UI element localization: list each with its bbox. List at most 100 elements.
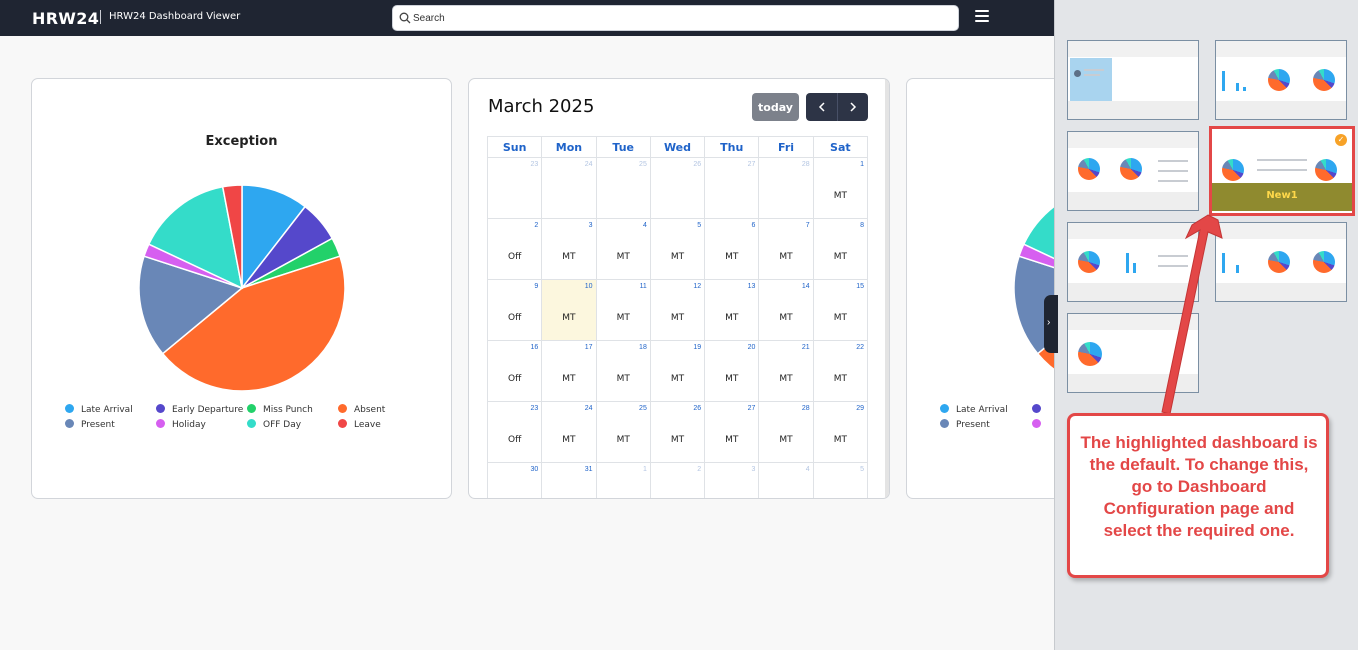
day-event-label[interactable]: MT — [597, 313, 650, 323]
prev-month-button[interactable] — [806, 93, 837, 121]
calendar-day-cell[interactable]: 11 MT — [595, 279, 651, 341]
day-event-label[interactable]: MT — [759, 313, 812, 323]
day-event-label[interactable]: MT — [542, 435, 595, 445]
panel-toggle-tab[interactable]: › — [1044, 295, 1058, 353]
calendar-day-cell[interactable]: 29 MT — [812, 401, 869, 463]
day-event-label[interactable]: MT — [814, 191, 867, 201]
day-event-label[interactable]: MT — [759, 435, 812, 445]
day-event-label[interactable]: Off — [488, 313, 541, 323]
calendar-day-cell[interactable]: 4 MT — [595, 218, 651, 280]
day-number: 15 — [856, 283, 864, 290]
calendar-day-cell[interactable]: 8 MT — [812, 218, 869, 280]
search-input[interactable] — [413, 9, 943, 27]
calendar-day-cell[interactable]: 24 MT — [541, 401, 597, 463]
day-event-label[interactable]: MT — [651, 313, 704, 323]
day-event-label[interactable]: MT — [651, 374, 704, 384]
calendar-day-cell[interactable]: 22 MT — [812, 340, 869, 402]
day-event-label[interactable]: Off — [488, 435, 541, 445]
calendar-day-cell[interactable]: 28 — [758, 157, 814, 219]
day-event-label[interactable]: MT — [814, 252, 867, 262]
day-event-label[interactable]: MT — [759, 374, 812, 384]
today-button[interactable]: today — [752, 93, 799, 121]
day-number: 11 — [639, 283, 647, 290]
calendar-day-cell[interactable]: 28 MT — [758, 401, 814, 463]
calendar-day-cell[interactable]: 25 MT — [595, 401, 651, 463]
calendar-day-cell[interactable]: 9 Off — [486, 279, 543, 341]
calendar-day-cell[interactable]: 10 MT — [541, 279, 597, 341]
hamburger-menu-icon[interactable] — [975, 10, 989, 22]
calendar-day-cell[interactable]: 15 MT — [812, 279, 869, 341]
calendar-day-cell[interactable]: 25 — [595, 157, 651, 219]
legend-swatch — [247, 404, 256, 413]
calendar-day-cell[interactable]: 7 MT — [758, 218, 814, 280]
day-event-label[interactable]: Off — [488, 374, 541, 384]
calendar-day-cell[interactable]: 1 MT — [812, 157, 869, 219]
dashboard-thumbnail[interactable] — [1215, 40, 1347, 120]
legend-item[interactable]: Present — [65, 419, 115, 430]
calendar-day-cell[interactable]: 12 MT — [649, 279, 706, 341]
calendar-day-cell[interactable]: 2 — [649, 462, 706, 498]
calendar-day-cell[interactable]: 20 MT — [704, 340, 760, 402]
calendar-day-cell[interactable]: 17 MT — [541, 340, 597, 402]
calendar-day-cell[interactable]: 26 MT — [649, 401, 706, 463]
day-event-label[interactable]: MT — [651, 252, 704, 262]
day-event-label[interactable]: MT — [705, 313, 758, 323]
calendar-day-cell[interactable]: 3 MT — [541, 218, 597, 280]
legend-item[interactable]: Late Arrival — [65, 404, 133, 415]
calendar-day-cell[interactable]: 27 MT — [704, 401, 760, 463]
day-event-label[interactable]: MT — [542, 252, 595, 262]
day-event-label[interactable]: MT — [542, 374, 595, 384]
calendar-day-cell[interactable]: 26 — [649, 157, 706, 219]
day-event-label[interactable]: MT — [597, 252, 650, 262]
legend-item[interactable]: OFF Day — [247, 419, 301, 430]
day-event-label[interactable]: MT — [814, 313, 867, 323]
day-number: 28 — [801, 405, 810, 412]
day-event-label[interactable]: MT — [597, 374, 650, 384]
day-number: 4 — [805, 466, 810, 473]
next-month-button[interactable] — [837, 93, 868, 121]
legend-label: Holiday — [172, 420, 206, 430]
day-event-label[interactable]: MT — [651, 435, 704, 445]
calendar-day-cell[interactable]: 31 — [541, 462, 597, 498]
calendar-day-cell[interactable]: 3 — [704, 462, 760, 498]
day-event-label[interactable]: MT — [814, 374, 867, 384]
brand-logo[interactable]: HRW24 — [32, 9, 99, 28]
calendar-day-cell[interactable]: 5 MT — [649, 218, 706, 280]
calendar-day-cell[interactable]: 19 MT — [649, 340, 706, 402]
day-number: 29 — [856, 405, 864, 412]
day-event-label[interactable]: Off — [488, 252, 541, 262]
calendar-day-cell[interactable]: 14 MT — [758, 279, 814, 341]
calendar-day-cell[interactable]: 1 — [595, 462, 651, 498]
legend-item[interactable]: Early Departure — [156, 404, 243, 415]
day-event-label[interactable]: MT — [597, 435, 650, 445]
legend-item[interactable]: Miss Punch — [247, 404, 313, 415]
day-event-label[interactable]: MT — [705, 252, 758, 262]
search-box[interactable] — [392, 5, 959, 31]
calendar-day-cell[interactable]: 30 — [486, 462, 543, 498]
calendar-day-cell[interactable]: 4 — [758, 462, 814, 498]
calendar-day-cell[interactable]: 23 Off — [486, 401, 543, 463]
day-event-label[interactable]: MT — [814, 435, 867, 445]
calendar-day-cell[interactable]: 27 — [704, 157, 760, 219]
legend-item[interactable]: Holiday — [156, 419, 206, 430]
day-number: 26 — [693, 405, 702, 412]
calendar-day-cell[interactable]: 21 MT — [758, 340, 814, 402]
calendar-day-cell[interactable]: 23 — [486, 157, 543, 219]
legend-item[interactable]: Absent — [338, 404, 385, 415]
calendar-scrollbar[interactable] — [885, 79, 889, 498]
dashboard-thumbnail[interactable] — [1067, 131, 1199, 211]
legend-item[interactable]: Leave — [338, 419, 381, 430]
calendar-day-cell[interactable]: 6 MT — [704, 218, 760, 280]
calendar-day-cell[interactable]: 13 MT — [704, 279, 760, 341]
day-event-label[interactable]: MT — [759, 252, 812, 262]
day-event-label[interactable]: MT — [705, 435, 758, 445]
calendar-day-cell[interactable]: 18 MT — [595, 340, 651, 402]
calendar-day-cell[interactable]: 2 Off — [486, 218, 543, 280]
calendar-day-cell[interactable]: 5 — [812, 462, 869, 498]
dashboard-thumbnail[interactable] — [1067, 40, 1199, 120]
day-event-label[interactable]: MT — [705, 374, 758, 384]
calendar-day-cell[interactable]: 16 Off — [486, 340, 543, 402]
day-event-label[interactable]: MT — [542, 313, 595, 323]
calendar-day-cell[interactable]: 24 — [541, 157, 597, 219]
day-number: 14 — [801, 283, 810, 290]
